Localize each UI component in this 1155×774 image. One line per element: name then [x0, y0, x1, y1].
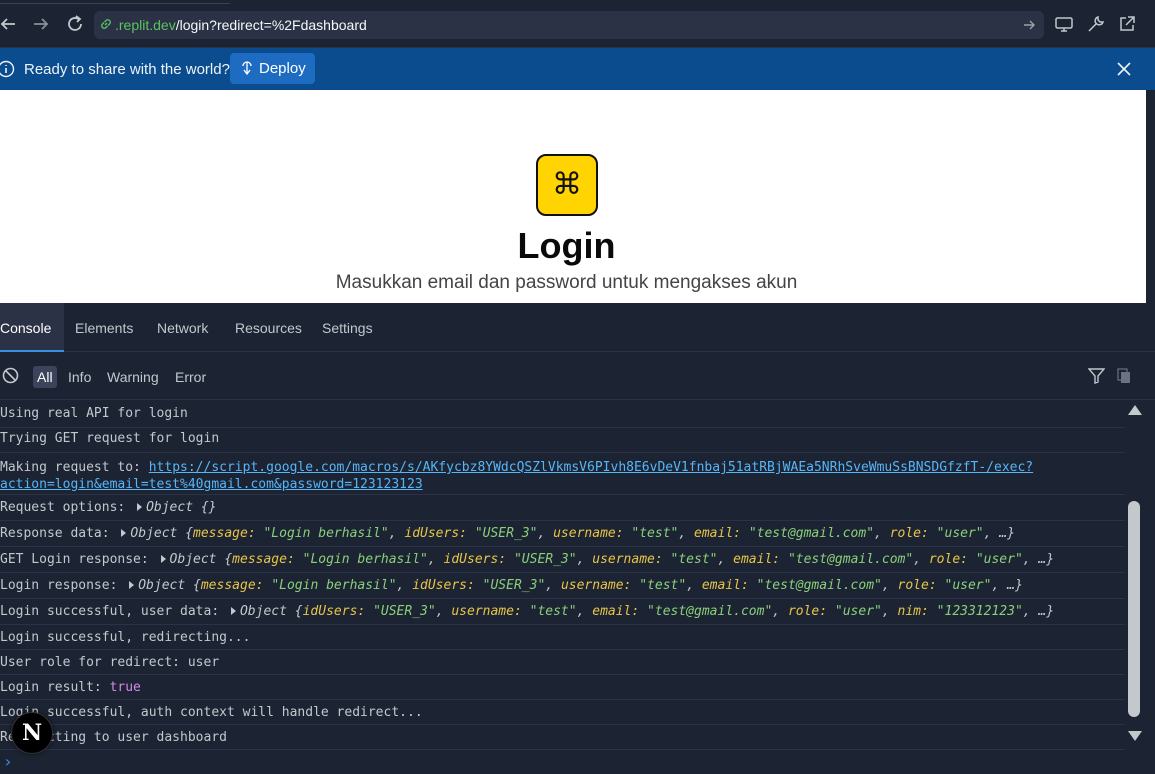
url-bar[interactable]: .replit.dev/login?redirect=%2Fdashboard: [94, 11, 1044, 39]
clear-console-icon[interactable]: [2, 367, 19, 384]
log-entry: Login successful, auth context will hand…: [0, 700, 1125, 725]
log-text: Login result: true: [0, 680, 141, 696]
log-text: Response data: Object {message: "Login b…: [0, 526, 1015, 542]
scroll-down-arrow-icon[interactable]: [1128, 731, 1142, 741]
url-path: /login?redirect=%2Fdashboard: [175, 17, 367, 33]
deploy-button[interactable]: Deploy: [230, 53, 315, 84]
close-icon[interactable]: [1116, 61, 1132, 77]
log-text: Using real API for login: [0, 406, 188, 421]
object-preview[interactable]: Object {idUsers: "USER_3", username: "te…: [240, 604, 1054, 619]
reload-icon[interactable]: [64, 13, 86, 35]
log-entry: Login successful, redirecting...: [0, 625, 1125, 650]
log-text: GET Login response: Object {message: "Lo…: [0, 552, 1054, 568]
expand-triangle-icon[interactable]: [160, 555, 166, 563]
log-text: User role for redirect: user: [0, 655, 220, 670]
active-tab-edge: [0, 0, 230, 4]
object-preview[interactable]: Object {message: "Login berhasil", idUse…: [130, 526, 1015, 541]
devtools-panel: Console Elements Network Resources Setti…: [0, 303, 1155, 774]
tab-resources[interactable]: Resources: [235, 303, 302, 352]
tab-elements[interactable]: Elements: [75, 303, 133, 352]
tab-network[interactable]: Network: [157, 303, 208, 352]
nextjs-badge[interactable]: N: [11, 712, 53, 754]
object-preview[interactable]: Object {message: "Login berhasil", idUse…: [138, 578, 1023, 593]
page-title: Login: [517, 225, 616, 266]
info-icon: [0, 60, 15, 78]
level-warning[interactable]: Warning: [103, 366, 163, 388]
banner-message: Ready to share with the world?: [24, 61, 230, 78]
log-entry: Redirecting to user dashboard: [0, 725, 1125, 750]
page-subtitle: Masukkan email dan password untuk mengak…: [335, 272, 798, 293]
expand-triangle-icon[interactable]: [230, 607, 236, 615]
deploy-banner: Ready to share with the world? Deploy: [0, 48, 1155, 90]
console-log-list: Using real API for login Trying GET requ…: [0, 401, 1125, 751]
copy-icon[interactable]: [1117, 368, 1131, 384]
go-icon[interactable]: [1022, 18, 1036, 32]
devtools-tabs: Console Elements Network Resources Setti…: [0, 303, 1155, 352]
log-prefix: Request options:: [0, 500, 134, 515]
tab-console[interactable]: Console: [0, 303, 64, 352]
forward-icon[interactable]: [30, 13, 52, 35]
log-text: Login successful, auth context will hand…: [0, 705, 423, 720]
log-entry: Making request to: https://script.google…: [0, 453, 1125, 495]
request-url-link[interactable]: https://script.google.com/macros/s/AKfyc…: [149, 460, 1033, 475]
console-prompt-chevron-icon[interactable]: ›: [3, 752, 13, 771]
back-icon[interactable]: [0, 13, 19, 35]
page-scrollbar[interactable]: [1146, 90, 1155, 303]
wrench-icon[interactable]: [1086, 14, 1106, 34]
scrollbar-thumb[interactable]: [1128, 501, 1140, 717]
expand-triangle-icon[interactable]: [129, 581, 135, 589]
log-text: Making request to: https://script.google…: [0, 460, 1033, 476]
devices-icon[interactable]: [1054, 14, 1074, 34]
scroll-up-arrow-icon[interactable]: [1128, 405, 1142, 415]
log-prefix: Login result:: [0, 680, 110, 695]
log-entry: Login response: Object {message: "Login …: [0, 573, 1125, 599]
object-preview[interactable]: Object {message: "Login berhasil", idUse…: [170, 552, 1055, 567]
open-external-icon[interactable]: [1117, 14, 1137, 34]
app-logo: ⌘: [536, 154, 598, 216]
level-all[interactable]: All: [33, 366, 57, 388]
deploy-icon: [242, 61, 252, 75]
log-prefix: GET Login response:: [0, 552, 157, 567]
browser-toolbar: .replit.dev/login?redirect=%2Fdashboard: [0, 0, 1155, 48]
log-value: true: [109, 680, 141, 695]
log-entry: Request options: Object {}: [0, 495, 1125, 521]
object-preview[interactable]: Object {}: [146, 500, 216, 515]
level-error[interactable]: Error: [171, 366, 210, 388]
log-entry: Trying GET request for login: [0, 428, 1125, 453]
url-text: .replit.dev/login?redirect=%2Fdashboard: [115, 16, 367, 34]
expand-triangle-icon[interactable]: [121, 529, 127, 537]
link-icon: [101, 19, 111, 29]
log-text: Login successful, redirecting...: [0, 630, 251, 645]
log-entry: GET Login response: Object {message: "Lo…: [0, 547, 1125, 573]
log-text: Login response: Object {message: "Login …: [0, 578, 1023, 594]
filter-icon[interactable]: [1088, 368, 1105, 384]
log-text: Trying GET request for login: [0, 431, 220, 446]
log-entry: Login successful, user data: Object {idU…: [0, 599, 1125, 625]
tab-settings[interactable]: Settings: [322, 303, 373, 352]
log-entry: Response data: Object {message: "Login b…: [0, 521, 1125, 547]
expand-triangle-icon[interactable]: [137, 503, 143, 511]
log-prefix: Login response:: [0, 578, 126, 593]
log-entry: Login result: true: [0, 675, 1125, 700]
log-entry: User role for redirect: user: [0, 650, 1125, 675]
login-page: ⌘ Login Masukkan email dan password untu…: [0, 90, 1146, 303]
log-prefix: Response data:: [0, 526, 118, 541]
log-text: Login successful, user data: Object {idU…: [0, 604, 1054, 620]
log-prefix: Login successful, user data:: [0, 604, 227, 619]
console-filter-bar: All Info Warning Error: [0, 352, 1155, 400]
log-entry: Using real API for login: [0, 401, 1125, 428]
log-prefix: Making request to:: [0, 460, 149, 475]
log-text: Request options: Object {}: [0, 500, 217, 516]
url-domain: .replit.dev: [115, 17, 176, 33]
deploy-button-label: Deploy: [259, 60, 306, 77]
level-info[interactable]: Info: [64, 366, 95, 388]
request-url-link-cont[interactable]: action=login&email=test%40gmail.com&pass…: [0, 477, 423, 493]
